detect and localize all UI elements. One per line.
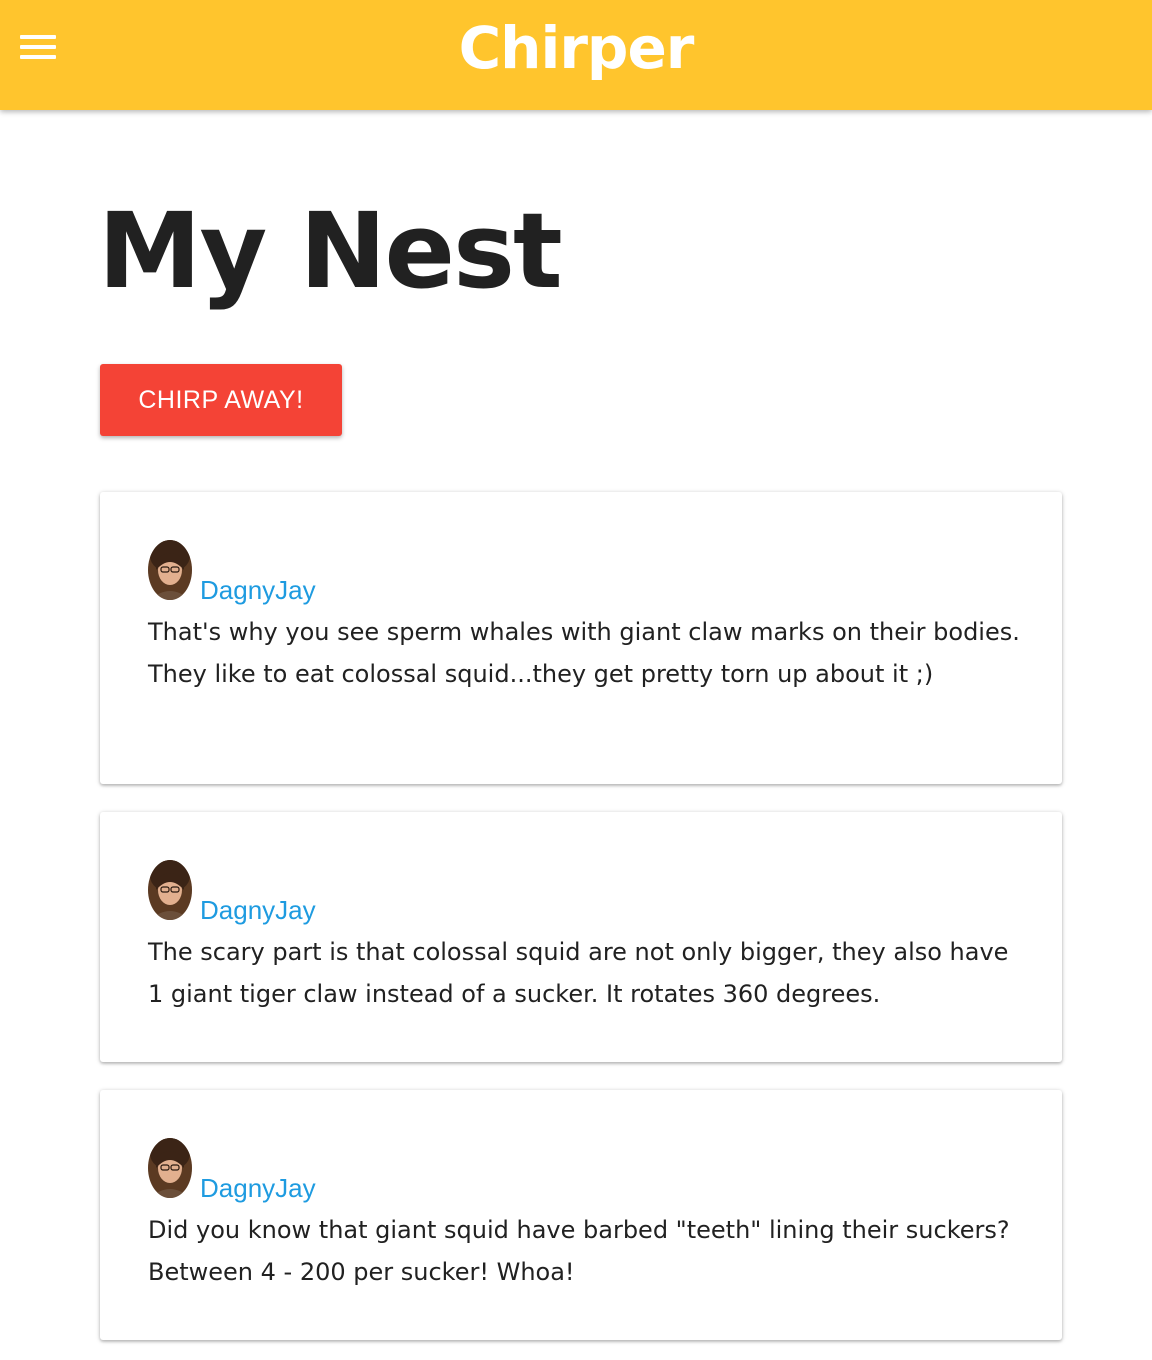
chirp-card: DagnyJay That's why you see sperm whales… <box>100 492 1062 784</box>
chirp-card: DagnyJay The scary part is that colossal… <box>100 812 1062 1062</box>
user-avatar-photo[interactable] <box>148 1138 192 1198</box>
chirp-text: That's why you see sperm whales with gia… <box>148 618 1020 688</box>
chirp-username-link[interactable]: DagnyJay <box>200 1172 316 1204</box>
app-bar: Chirper <box>0 0 1152 110</box>
page-title: My Nest <box>98 190 563 312</box>
chirp-text: Did you know that giant squid have barbe… <box>148 1216 1010 1286</box>
chirp-card: DagnyJay Did you know that giant squid h… <box>100 1090 1062 1340</box>
user-avatar-photo[interactable] <box>148 860 192 920</box>
user-avatar-photo[interactable] <box>148 540 192 600</box>
chirp-username-link[interactable]: DagnyJay <box>200 574 316 606</box>
app-brand-title[interactable]: Chirper <box>0 10 1152 86</box>
chirp-username-link[interactable]: DagnyJay <box>200 894 316 926</box>
chirp-away-button[interactable]: CHIRP AWAY! <box>100 364 342 436</box>
chirp-text: The scary part is that colossal squid ar… <box>148 938 1009 1008</box>
